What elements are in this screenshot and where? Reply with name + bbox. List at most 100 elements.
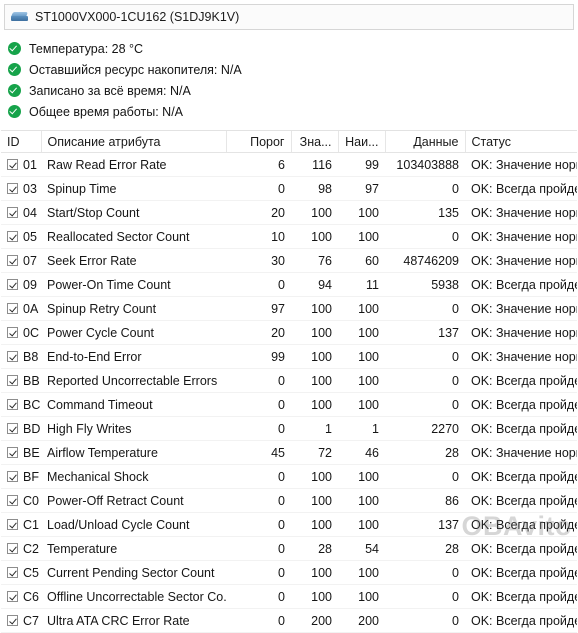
attribute-id-label: BC xyxy=(23,397,41,412)
attribute-id-cell[interactable]: BC xyxy=(1,392,41,417)
attribute-data-cell: 2270 xyxy=(385,416,465,441)
attribute-id-cell[interactable]: 01 xyxy=(1,152,41,177)
attribute-id-cell[interactable]: 0A xyxy=(1,296,41,321)
table-row[interactable]: 04 Start/Stop Count 20 100 100 135 OK: Значени… xyxy=(1,200,577,225)
attribute-id-cell[interactable]: BF xyxy=(1,464,41,489)
table-row[interactable]: 01 Raw Read Error Rate 6 116 99 103403888 OK: … xyxy=(1,152,577,177)
device-selector[interactable]: ST1000VX000-1CU162 (S1DJ9K1V) xyxy=(4,4,574,30)
attribute-id-cell[interactable]: C0 xyxy=(1,488,41,513)
attribute-data-cell: 86 xyxy=(385,488,465,513)
column-header-status[interactable]: Статус xyxy=(465,131,577,153)
table-row[interactable]: 0A Spinup Retry Count 97 100 100 0 OK: Значени… xyxy=(1,296,577,321)
attribute-worst-cell: 100 xyxy=(338,488,385,513)
table-row[interactable]: C0 Power-Off Retract Count 0 100 100 86 OK: Вс… xyxy=(1,488,577,513)
row-checkbox[interactable] xyxy=(7,351,18,362)
row-checkbox[interactable] xyxy=(7,207,18,218)
attribute-data-cell: 0 xyxy=(385,608,465,633)
row-checkbox[interactable] xyxy=(7,303,18,314)
summary-item-label: Записано за всё время: N/A xyxy=(29,83,191,98)
row-checkbox[interactable] xyxy=(7,231,18,242)
row-checkbox[interactable] xyxy=(7,495,18,506)
attribute-worst-cell: 100 xyxy=(338,392,385,417)
attribute-id-cell[interactable]: 04 xyxy=(1,200,41,225)
attribute-description-cell: Power-On Time Count xyxy=(41,272,226,297)
attribute-id-cell[interactable]: B8 xyxy=(1,344,41,369)
attribute-id-cell[interactable]: C6 xyxy=(1,584,41,609)
attribute-id-cell[interactable]: BB xyxy=(1,368,41,393)
attribute-value-cell: 116 xyxy=(291,152,338,177)
table-row[interactable]: 09 Power-On Time Count 0 94 11 5938 OK: Всегда… xyxy=(1,272,577,297)
attribute-description-cell: Seek Error Rate xyxy=(41,248,226,273)
row-checkbox[interactable] xyxy=(7,279,18,290)
attribute-id-label: 09 xyxy=(23,277,37,292)
attribute-id-cell[interactable]: C1 xyxy=(1,512,41,537)
table-row[interactable]: BF Mechanical Shock 0 100 100 0 OK: Всегда про… xyxy=(1,464,577,489)
attribute-data-cell: 137 xyxy=(385,512,465,537)
table-row[interactable]: 05 Reallocated Sector Count 10 100 100 0 OK: З… xyxy=(1,224,577,249)
row-checkbox[interactable] xyxy=(7,519,18,530)
table-row[interactable]: C6 Offline Uncorrectable Sector Co... 0 100… xyxy=(1,584,577,609)
attribute-value-cell: 100 xyxy=(291,584,338,609)
smart-attributes-grid[interactable]: ID Описание атрибута Порог Зна... Наи...… xyxy=(1,130,577,633)
attribute-id-cell[interactable]: 09 xyxy=(1,272,41,297)
row-checkbox[interactable] xyxy=(7,543,18,554)
table-row[interactable]: C1 Load/Unload Cycle Count 0 100 100 137 OK: В… xyxy=(1,512,577,537)
table-row[interactable]: BE Airflow Temperature 45 72 46 28 OK: Значени… xyxy=(1,440,577,465)
attribute-id-cell[interactable]: BD xyxy=(1,416,41,441)
row-checkbox[interactable] xyxy=(7,183,18,194)
column-header-description[interactable]: Описание атрибута xyxy=(41,131,227,153)
attribute-status-cell: OK: Всегда пройдено xyxy=(465,560,577,585)
row-checkbox[interactable] xyxy=(7,615,18,626)
row-checkbox[interactable] xyxy=(7,423,18,434)
row-checkbox[interactable] xyxy=(7,327,18,338)
attribute-data-cell: 28 xyxy=(385,536,465,561)
attribute-worst-cell: 100 xyxy=(338,296,385,321)
column-header-value[interactable]: Зна... xyxy=(291,131,339,153)
table-row[interactable]: 07 Seek Error Rate 30 76 60 48746209 OK: Значе… xyxy=(1,248,577,273)
row-checkbox[interactable] xyxy=(7,447,18,458)
attribute-value-cell: 100 xyxy=(291,296,338,321)
row-checkbox[interactable] xyxy=(7,471,18,482)
attribute-worst-cell: 11 xyxy=(338,272,385,297)
table-row[interactable]: BD High Fly Writes 0 1 1 2270 OK: Всегда пройд… xyxy=(1,416,577,441)
attribute-id-cell[interactable]: 05 xyxy=(1,224,41,249)
row-checkbox[interactable] xyxy=(7,591,18,602)
row-checkbox[interactable] xyxy=(7,399,18,410)
summary-item-label: Температура: 28 °C xyxy=(29,41,144,56)
attribute-id-cell[interactable]: C2 xyxy=(1,536,41,561)
attribute-threshold-cell: 0 xyxy=(226,608,291,633)
table-row[interactable]: C5 Current Pending Sector Count 0 100 100 0 OK… xyxy=(1,560,577,585)
column-header-threshold[interactable]: Порог xyxy=(226,131,292,153)
attribute-threshold-cell: 0 xyxy=(226,488,291,513)
column-header-worst[interactable]: Наи... xyxy=(338,131,386,153)
attribute-id-cell[interactable]: C7 xyxy=(1,608,41,633)
attribute-id-cell[interactable]: 07 xyxy=(1,248,41,273)
attribute-description-cell: Reallocated Sector Count xyxy=(41,224,226,249)
attribute-value-cell: 100 xyxy=(291,488,338,513)
table-row[interactable]: C7 Ultra ATA CRC Error Rate 0 200 200 0 OK: Вс… xyxy=(1,608,577,633)
attribute-id-cell[interactable]: C5 xyxy=(1,560,41,585)
attribute-status-cell: OK: Значение нормальное xyxy=(465,224,577,249)
attribute-id-cell[interactable]: BE xyxy=(1,440,41,465)
row-checkbox[interactable] xyxy=(7,255,18,266)
row-checkbox[interactable] xyxy=(7,159,18,170)
attribute-data-cell: 28 xyxy=(385,440,465,465)
attribute-description-cell: Temperature xyxy=(41,536,226,561)
attribute-id-cell[interactable]: 0C xyxy=(1,320,41,345)
table-row[interactable]: C2Temperature0285428OK: Всегда пройдено xyxy=(1,536,577,561)
row-checkbox[interactable] xyxy=(7,375,18,386)
column-header-id[interactable]: ID xyxy=(1,131,42,153)
table-row[interactable]: BC Command Timeout 0 100 100 0 OK: Всегда прой… xyxy=(1,392,577,417)
attribute-id-label: 0C xyxy=(23,325,39,340)
table-row[interactable]: B8 End-to-End Error 99 100 100 0 OK: Значение … xyxy=(1,344,577,369)
column-header-data[interactable]: Данные xyxy=(385,131,466,153)
attribute-status-cell: OK: Всегда пройдено xyxy=(465,176,577,201)
attribute-value-cell: 1 xyxy=(291,416,338,441)
attribute-id-cell[interactable]: 03 xyxy=(1,176,41,201)
table-row[interactable]: 0C Power Cycle Count 20 100 100 137 OK: Значен… xyxy=(1,320,577,345)
row-checkbox[interactable] xyxy=(7,567,18,578)
check-circle-icon xyxy=(8,63,21,76)
table-row[interactable]: 03Spinup Time098970OK: Всегда пройдено xyxy=(1,176,577,201)
table-row[interactable]: BB Reported Uncorrectable Errors 0 100 100 0 O… xyxy=(1,368,577,393)
attribute-description-cell: Power-Off Retract Count xyxy=(41,488,226,513)
